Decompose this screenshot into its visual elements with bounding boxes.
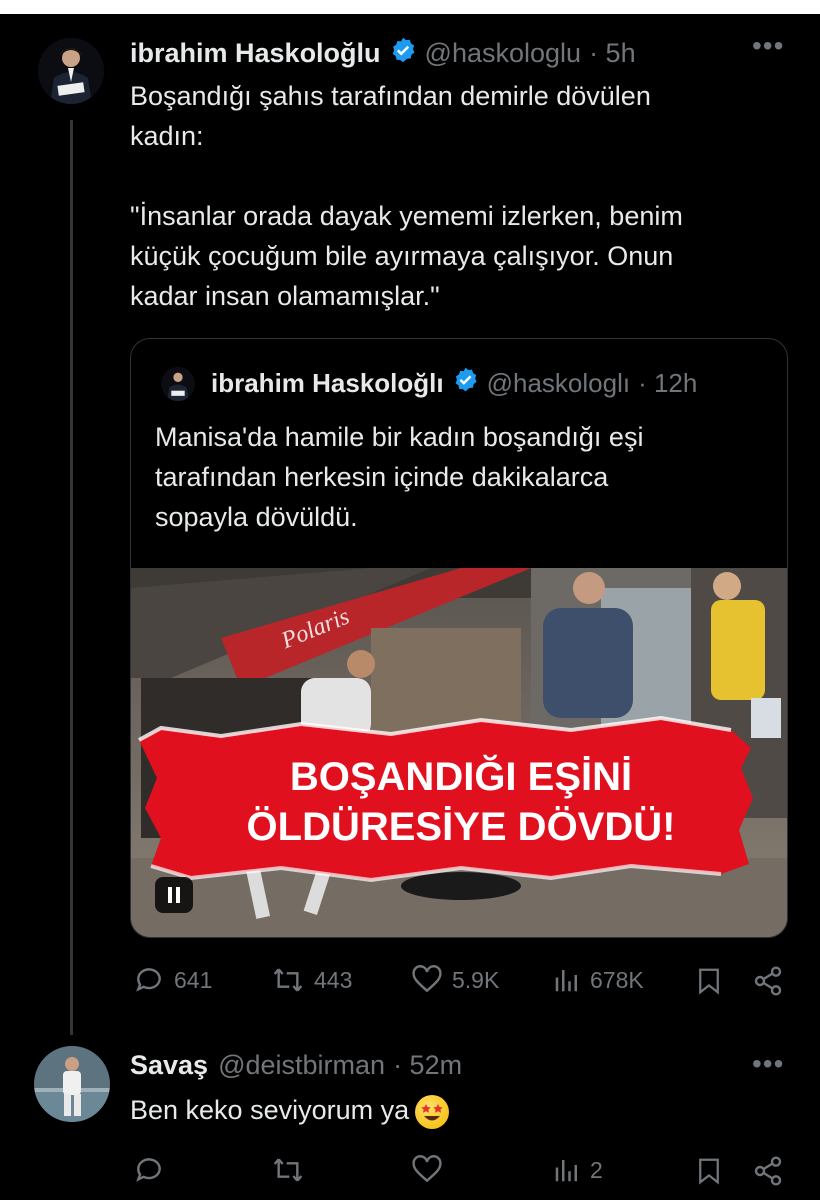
- share-icon: [754, 966, 782, 996]
- reply-retweet-button[interactable]: [270, 1154, 314, 1186]
- views-button[interactable]: 678K: [552, 964, 644, 996]
- retweet-icon: [273, 1158, 303, 1182]
- reply-reply-button[interactable]: [132, 1154, 174, 1186]
- author-avatar[interactable]: [38, 38, 104, 104]
- main-tweet-text: Boşandığı şahıs tarafından demirle dövül…: [130, 81, 683, 311]
- top-status-strip: [0, 0, 820, 14]
- quoted-author-avatar: [161, 367, 195, 401]
- author-handle[interactable]: @haskologlu: [425, 38, 582, 69]
- like-count: 5.9K: [452, 966, 500, 993]
- bookmark-icon: [699, 1158, 719, 1185]
- main-tweet-header: ibrahim Haskoloğlu @haskologlu · 5h: [130, 34, 636, 72]
- retweet-count: 443: [314, 966, 353, 993]
- like-icon: [412, 1155, 442, 1183]
- video-banner-line1: BOŞANDIĞI EŞİNİ: [290, 753, 632, 799]
- reply-tweet-text: Ben keko seviyorum ya: [130, 1090, 730, 1130]
- video-banner-line2: ÖLDÜRESİYE DÖVDÜ!: [247, 804, 676, 849]
- views-icon: [555, 970, 577, 992]
- quoted-author-handle: @haskologlı: [486, 367, 631, 398]
- views-icon: [555, 1160, 577, 1182]
- reply-views-button[interactable]: 2: [552, 1154, 603, 1186]
- reply-count: 641: [174, 966, 213, 993]
- quoted-tweet-text: Manisa'da hamile bir kadın boşandığı eşi…: [155, 422, 644, 532]
- reply-text: Ben keko seviyorum ya: [130, 1095, 410, 1125]
- retweet-icon: [273, 968, 303, 992]
- reply-author-handle[interactable]: @deistbirman: [218, 1050, 385, 1081]
- retweet-button[interactable]: 443: [270, 964, 352, 996]
- reply-icon: [136, 1158, 161, 1182]
- quoted-tweet-time: · 12h: [638, 367, 698, 398]
- quoted-tweet-header: ibrahim Haskoloğlı @haskologlı · 12h: [211, 365, 697, 401]
- share-icon: [754, 1156, 782, 1186]
- reply-bookmark-button[interactable]: [694, 1154, 724, 1188]
- like-button[interactable]: 5.9K: [410, 964, 499, 996]
- share-button[interactable]: [752, 964, 784, 998]
- reply-like-button[interactable]: [410, 1154, 452, 1186]
- verified-badge-icon: [452, 366, 479, 400]
- reply-button[interactable]: 641: [132, 964, 212, 996]
- bookmark-icon: [699, 968, 719, 995]
- like-icon: [412, 965, 442, 993]
- video-player[interactable]: BOŞANDIĞI EŞİNİ ÖLDÜRESİYE DÖVDÜ! Polari…: [131, 568, 787, 937]
- reply-icon: [136, 968, 161, 992]
- thread-connector-line: [70, 120, 73, 1035]
- more-icon[interactable]: •••: [752, 1048, 784, 1080]
- reply-share-button[interactable]: [752, 1154, 784, 1188]
- author-name[interactable]: ibrahim Haskoloğlu: [130, 38, 381, 69]
- reply-author-avatar[interactable]: [34, 1046, 110, 1122]
- reply-views-count: 2: [590, 1156, 603, 1183]
- reply-tweet-time[interactable]: · 52m: [393, 1050, 462, 1081]
- tweet-time[interactable]: · 5h: [589, 38, 636, 69]
- more-icon[interactable]: •••: [752, 30, 784, 62]
- reply-author-name[interactable]: Savaş: [130, 1050, 208, 1081]
- bookmark-button[interactable]: [694, 964, 724, 998]
- star-struck-emoji: [415, 1094, 450, 1129]
- quoted-tweet-card[interactable]: ibrahim Haskoloğlı @haskologlı · 12h Man…: [130, 338, 788, 938]
- quoted-author-name: ibrahim Haskoloğlı: [211, 367, 444, 398]
- pause-icon[interactable]: [155, 877, 193, 913]
- views-count: 678K: [590, 966, 644, 993]
- verified-badge-icon: [389, 36, 417, 71]
- reply-tweet-header: Savaş @deistbirman · 52m: [130, 1046, 462, 1084]
